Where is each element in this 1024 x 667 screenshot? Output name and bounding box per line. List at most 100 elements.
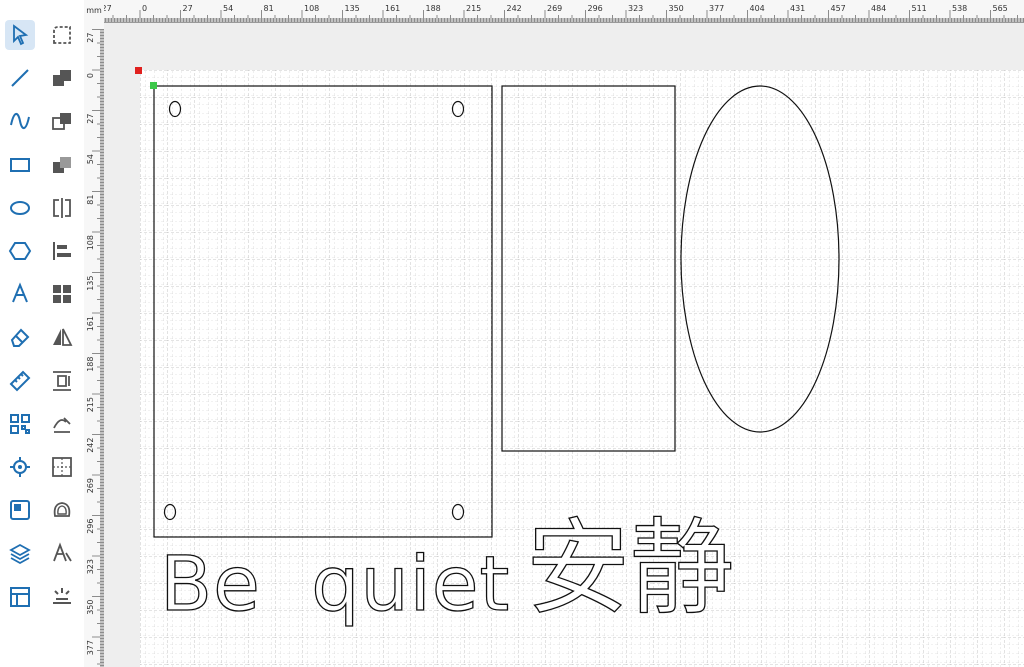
left-toolbar [0, 0, 85, 667]
layout-tool-icon [10, 586, 30, 607]
ruler-top-label: 108 [304, 4, 319, 13]
ruler-tool-icon [9, 370, 31, 392]
ruler-top-label: 0 [142, 4, 147, 13]
rectangle-tool-button[interactable] [5, 150, 35, 180]
text-tool-button[interactable] [5, 279, 35, 309]
text-tool-icon [12, 282, 28, 303]
polygon-tool-icon [8, 242, 32, 260]
ruler-top-label: 269 [547, 4, 562, 13]
mirror-button[interactable] [47, 322, 77, 352]
ruler-left-label: 377 [86, 640, 95, 655]
eraser-tool-icon [10, 328, 30, 348]
line-tool-button[interactable] [5, 63, 35, 93]
ruler-top-label: 350 [669, 4, 684, 13]
size-icon [53, 370, 71, 391]
image-tool-button[interactable] [5, 495, 35, 525]
edit-path-button[interactable] [47, 409, 77, 439]
ruler-top-label: 296 [588, 4, 603, 13]
ruler-top-label: 404 [750, 4, 765, 13]
ruler-top-label: 431 [790, 4, 805, 13]
ruler-top-label: 457 [831, 4, 846, 13]
ruler-left-label: 27 [86, 33, 95, 43]
layout-tool-button[interactable] [5, 582, 35, 612]
rectangle-tool-icon [10, 157, 30, 172]
ruler-left-label: 296 [86, 519, 95, 534]
offset-button[interactable] [47, 495, 77, 525]
ruler-left-label: 269 [86, 478, 95, 493]
origin-handle[interactable] [135, 67, 142, 74]
split-button[interactable] [47, 193, 77, 223]
unit-label: mm [84, 0, 104, 22]
select-tool-icon [13, 24, 29, 46]
rounded-corner-button[interactable] [47, 20, 77, 50]
ruler-left-label: 350 [86, 600, 95, 615]
ruler-top-label: 54 [223, 4, 233, 13]
position-tool-button[interactable] [5, 452, 35, 482]
image-tool-icon [10, 500, 30, 521]
selection-start-handle[interactable] [150, 82, 157, 89]
ruler-top-label: 161 [385, 4, 400, 13]
align-button[interactable] [47, 236, 77, 266]
distribute-button[interactable] [47, 279, 77, 309]
effects-icon [53, 587, 71, 604]
left-ruler: 27 0 27 54 81 108 135 161 188 215 242 269 296 323 350 3… [84, 22, 105, 667]
ruler-top-label: 27 [183, 4, 193, 13]
ruler-top-label: 215 [466, 4, 481, 13]
ruler-top-label: 377 [709, 4, 724, 13]
ruler-left-label: 54 [86, 154, 95, 164]
outline-text-chinese[interactable]: 安静 [525, 506, 734, 629]
intersect-button[interactable] [47, 150, 77, 180]
curve-tool-icon [10, 113, 30, 130]
ruler-left-label: 215 [86, 397, 95, 412]
ruler-top-label: 511 [912, 4, 927, 13]
ruler-top-label: 242 [507, 4, 522, 13]
offset-icon [53, 502, 71, 518]
vectorize-button[interactable] [47, 538, 77, 568]
effects-button[interactable] [47, 582, 77, 612]
ruler-left-label: 135 [86, 276, 95, 291]
subtract-icon [52, 113, 71, 131]
top-ruler-ticks: 27 0 27 54 81 108 135 161 188 215 242 269 296 323 350 3… [102, 4, 1024, 22]
size-button[interactable] [47, 366, 77, 396]
ruler-top-label: 81 [264, 4, 274, 13]
top-ruler: 27 0 27 54 81 108 135 161 188 215 242 269 296 323 350 3… [84, 0, 1024, 23]
design-canvas[interactable]: Be quiet 安静 [104, 23, 1024, 667]
rounded-corner-icon [53, 26, 71, 44]
ruler-top-label: 538 [952, 4, 967, 13]
align-icon [53, 242, 71, 260]
ruler-top-label: 135 [345, 4, 360, 13]
curve-tool-button[interactable] [5, 106, 35, 136]
qr-code-tool-icon [10, 413, 30, 434]
left-ruler-ticks: 27 0 27 54 81 108 135 161 188 215 242 269 296 323 350 3… [86, 29, 104, 667]
ruler-left-label: 242 [86, 438, 95, 453]
split-icon [53, 197, 71, 218]
union-button[interactable] [47, 63, 77, 93]
position-tool-icon [10, 457, 30, 477]
polygon-tool-button[interactable] [5, 236, 35, 266]
ruler-left-label: 27 [86, 114, 95, 124]
ruler-top-label: 188 [426, 4, 441, 13]
select-tool-button[interactable] [5, 20, 35, 50]
ellipse-tool-button[interactable] [5, 193, 35, 223]
ruler-left-label: 188 [86, 357, 95, 372]
subtract-button[interactable] [47, 106, 77, 136]
union-icon [53, 70, 71, 87]
intersect-icon [53, 156, 71, 173]
eraser-tool-button[interactable] [5, 322, 35, 352]
ruler-top-label: 484 [871, 4, 886, 13]
ruler-left-label: 161 [86, 316, 95, 331]
ruler-left-label: 108 [86, 235, 95, 250]
line-tool-icon [11, 69, 29, 87]
layers-tool-icon [9, 544, 31, 565]
array-icon [52, 457, 72, 477]
canvas-svg[interactable]: Be quiet 安静 [104, 23, 1024, 667]
qr-code-tool-button[interactable] [5, 409, 35, 439]
vectorize-icon [53, 542, 72, 562]
ruler-top-label: 323 [628, 4, 643, 13]
outline-text-english[interactable]: Be quiet [159, 538, 510, 628]
ruler-tool-button[interactable] [5, 366, 35, 396]
ruler-top-label: 565 [993, 4, 1008, 13]
array-button[interactable] [47, 452, 77, 482]
ellipse-tool-icon [10, 200, 30, 215]
layers-tool-button[interactable] [5, 538, 35, 568]
